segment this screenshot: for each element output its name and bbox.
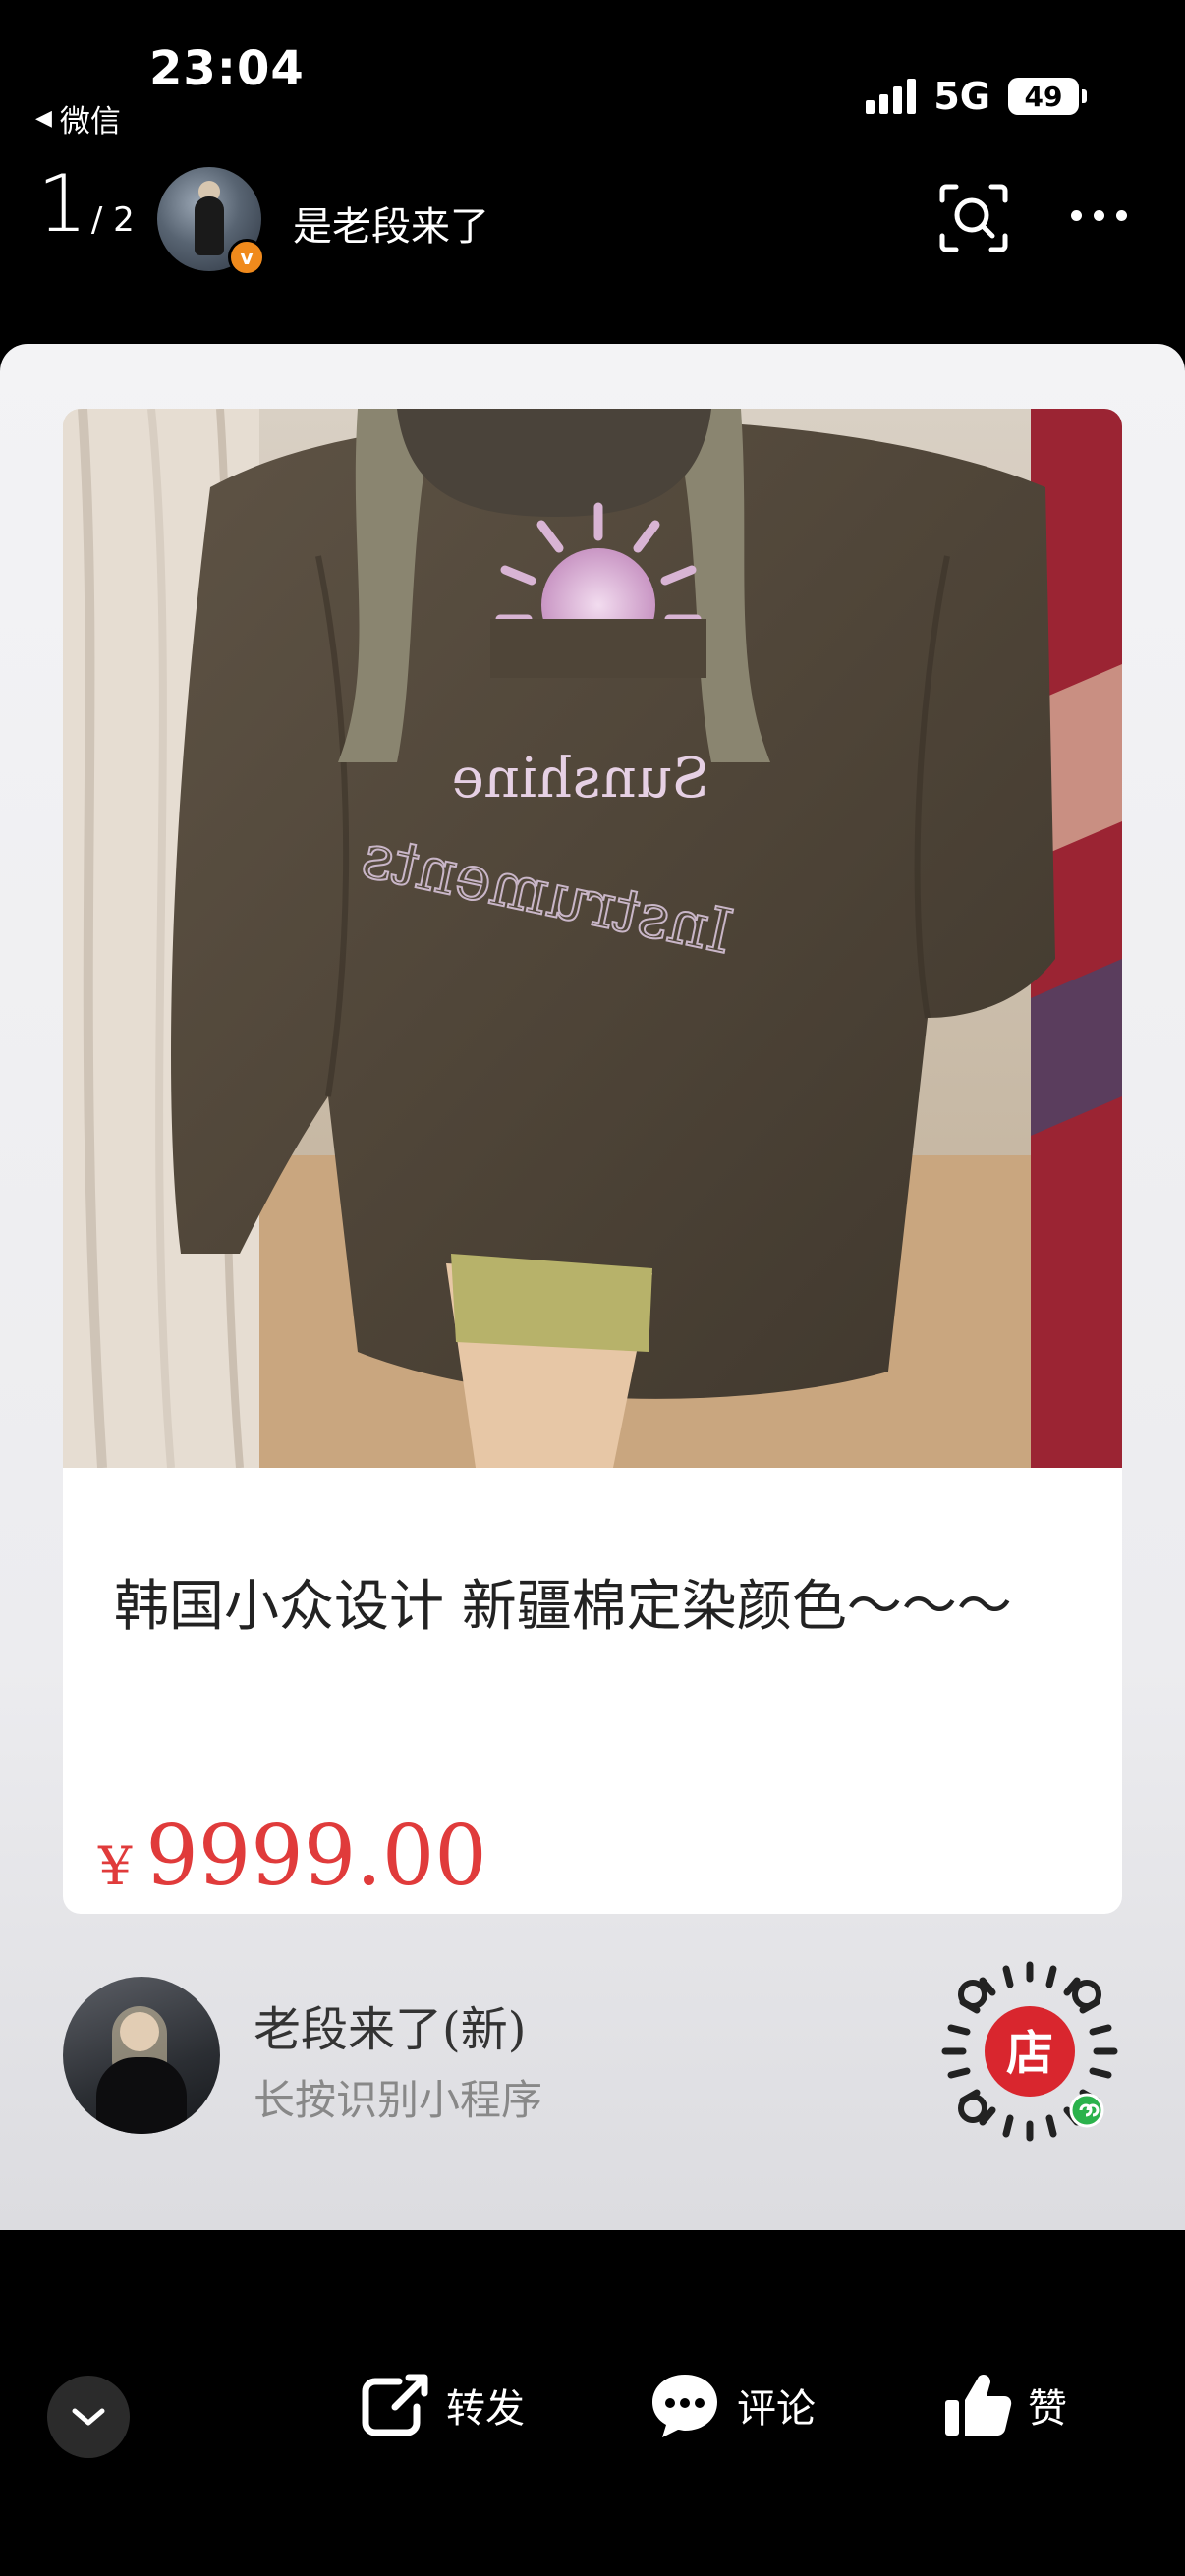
like-button[interactable]: 赞 [943,2370,1067,2440]
verified-badge-icon: v [228,239,265,276]
comment-icon [652,2375,717,2437]
mini-program-code[interactable]: 店 [939,1961,1120,2142]
forward-label: 转发 [446,2386,525,2432]
screen: 23:04 ◀ 微信 5G 49 1 / 2 v 是老段来了 Sunshine … [0,0,1185,2576]
battery-level: 49 [1024,80,1063,113]
price-currency: ¥ [98,1835,133,1897]
thumbs-up-icon [945,2375,1012,2436]
page-counter: 1 / 2 [37,165,135,244]
shirt-print-sunshine: Sunshine [452,747,709,811]
mini-program-code-label: 店 [1006,2026,1053,2081]
shop-avatar[interactable] [63,1977,220,2134]
forward-button[interactable]: 转发 [360,2370,525,2440]
chevron-down-icon [72,2408,105,2426]
scan-icon[interactable] [938,183,1009,253]
comment-button[interactable]: 评论 [649,2370,816,2440]
status-time: 23:04 [149,41,305,96]
back-app-label: 微信 [59,104,121,140]
shared-card: Sunshine Instruments 韩国小众设计 新疆棉定染颜色～～～ ¥… [0,344,1185,2230]
mini-program-hint: 长按识别小程序 [254,2076,543,2124]
battery-icon: 49 [1008,78,1087,115]
page-total: / 2 [90,200,135,240]
back-triangle-icon: ◀ [35,106,52,131]
like-label: 赞 [1028,2386,1067,2432]
comment-label: 评论 [737,2386,816,2432]
product-title: 韩国小众设计 新疆棉定染颜色～～～ [114,1575,1012,1639]
share-icon [362,2374,428,2436]
account-name[interactable]: 是老段来了 [293,195,489,252]
collapse-button[interactable] [47,2376,130,2458]
product-photo[interactable]: Sunshine Instruments [63,409,1122,1468]
network-type: 5G [933,75,990,118]
product-price: ¥ 9999.00 [98,1808,487,1904]
price-value: 9999.00 [145,1808,487,1904]
page-current: 1 [37,158,87,250]
mini-program-name: 老段来了(新) [254,2002,527,2057]
status-indicators: 5G 49 [866,75,1087,118]
back-to-wechat[interactable]: ◀ 微信 [35,96,121,140]
more-icon[interactable] [1071,210,1127,221]
product-card[interactable]: Sunshine Instruments 韩国小众设计 新疆棉定染颜色～～～ ¥… [63,409,1122,1914]
signal-icon [866,79,917,114]
